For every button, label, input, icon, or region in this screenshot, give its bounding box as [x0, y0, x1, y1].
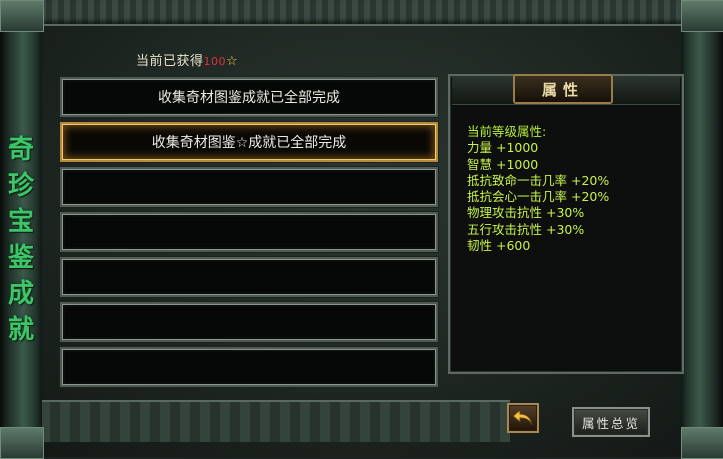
attribute-line: 抵抗致命一击几率 +20%: [467, 172, 610, 188]
right-pillar: [681, 0, 723, 459]
side-title: 奇 珍 宝 鉴 成 就: [6, 135, 36, 345]
pillar-cap: [681, 0, 723, 32]
achievement-slot-1[interactable]: 收集奇材图鉴成就已全部完成: [59, 76, 439, 118]
attribute-line: 力量 +1000: [467, 140, 539, 156]
attribute-line: 物理攻击抗性 +30%: [467, 205, 585, 221]
return-arrow-icon: [512, 408, 533, 426]
side-title-char: 就: [7, 315, 34, 345]
star-icon: ☆: [226, 54, 239, 69]
achievement-slot-7[interactable]: [59, 346, 439, 388]
attribute-overview-button[interactable]: 属性总览: [572, 407, 650, 437]
attribute-line: 智慧 +1000: [467, 156, 539, 172]
attribute-line: 抵抗会心一击几率 +20%: [467, 189, 610, 205]
achievement-text: 收集奇材图鉴成就已全部完成: [158, 90, 340, 106]
pillar-cap: [681, 427, 723, 459]
side-title-char: 成: [7, 279, 34, 309]
obtained-count: 100: [203, 55, 227, 68]
obtained-label: 当前已获得: [136, 54, 204, 69]
achievement-slot-3[interactable]: [59, 166, 439, 208]
attribute-line: 五行攻击抗性 +30%: [467, 221, 585, 237]
attributes-tab: 属性: [513, 74, 613, 104]
pillar-cap: [0, 427, 44, 459]
attributes-heading: 当前等级属性:: [467, 124, 547, 139]
bottom-border: [40, 400, 510, 442]
achievement-text: 收集奇材图鉴☆成就已全部完成: [151, 135, 347, 151]
pillar-cap: [0, 0, 44, 32]
attribute-line: 韧性 +600: [467, 238, 531, 254]
achievement-slot-2[interactable]: 收集奇材图鉴☆成就已全部完成: [59, 121, 439, 163]
side-title-char: 鉴: [7, 243, 34, 273]
achievement-slot-5[interactable]: [59, 256, 439, 298]
side-title-char: 宝: [7, 207, 34, 237]
attributes-list: 当前等级属性: 力量 +1000 智慧 +1000 抵抗致命一击几率 +20% …: [467, 124, 609, 254]
side-title-char: 珍: [7, 171, 34, 201]
side-title-char: 奇: [7, 135, 34, 165]
achievement-slot-4[interactable]: [59, 211, 439, 253]
obtained-counter: 当前已获得100☆: [136, 50, 238, 69]
back-button[interactable]: [507, 403, 539, 433]
achievement-slot-6[interactable]: [59, 301, 439, 343]
top-border: [40, 0, 683, 26]
